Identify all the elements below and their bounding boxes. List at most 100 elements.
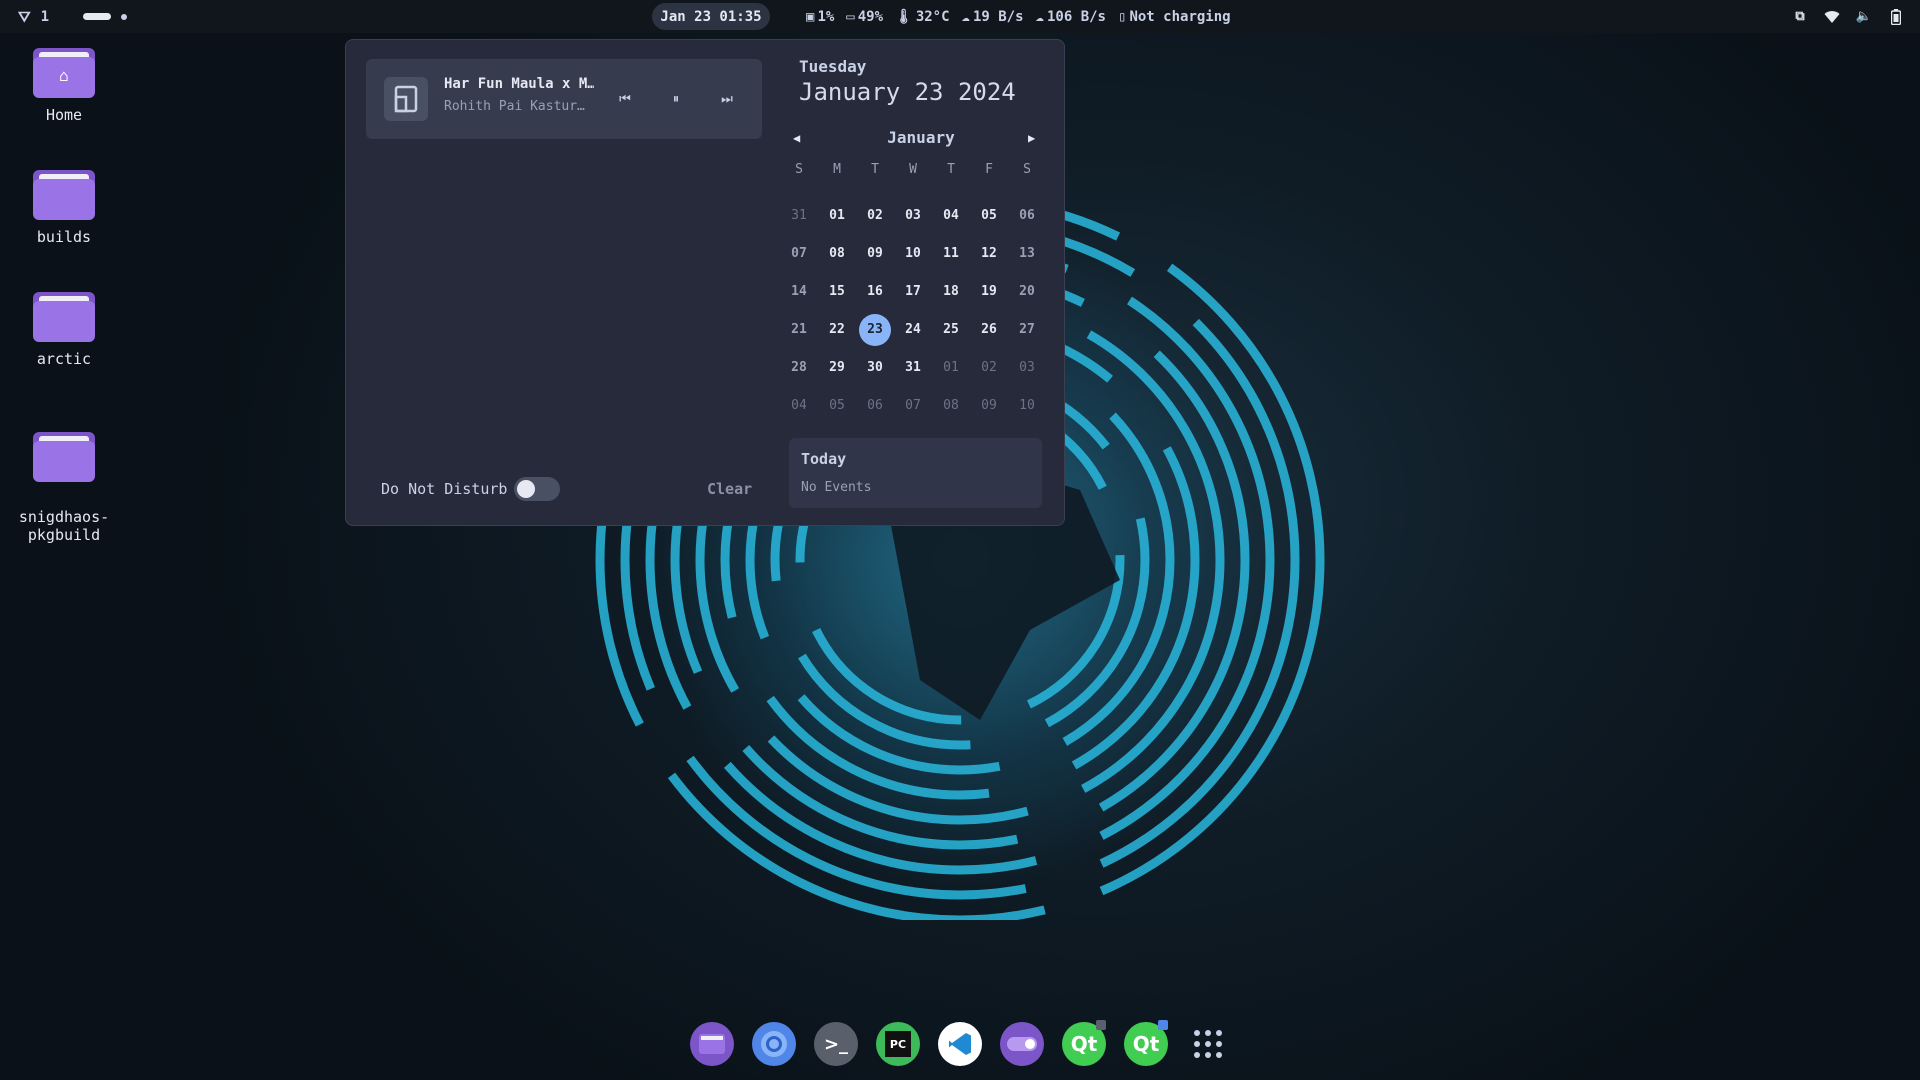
calendar-day[interactable]: 07 <box>783 238 815 270</box>
calendar-day[interactable]: 31 <box>783 200 815 232</box>
upload-stat: ☁ 106 B/s <box>1036 9 1106 25</box>
calendar-day[interactable]: 06 <box>1011 200 1043 232</box>
calendar-weekday-header: W <box>909 162 917 177</box>
calendar-day[interactable]: 14 <box>783 276 815 308</box>
battery-stat: ▯ Not charging <box>1118 9 1231 25</box>
calendar-day[interactable]: 13 <box>1011 238 1043 270</box>
calendar-day[interactable]: 10 <box>1011 390 1043 422</box>
calendar-day[interactable]: 06 <box>859 390 891 422</box>
files-icon[interactable] <box>690 1022 734 1066</box>
calendar-prev-month-icon[interactable]: ◀ <box>793 131 800 145</box>
volume-icon[interactable]: 🔈 <box>1856 9 1872 25</box>
calendar-weekday-header: S <box>1023 162 1031 177</box>
calendar-day[interactable]: 09 <box>859 238 891 270</box>
media-artist: Rohith Pai Kastur… <box>444 99 585 114</box>
desktop-icon-builds[interactable]: builds <box>9 170 119 246</box>
vscode-icon[interactable] <box>938 1022 982 1066</box>
wifi-icon[interactable] <box>1824 9 1840 25</box>
toggle-app-icon[interactable] <box>1000 1022 1044 1066</box>
calendar-day[interactable]: 02 <box>859 200 891 232</box>
calendar-next-month-icon[interactable]: ▶ <box>1028 131 1035 145</box>
temperature-value: 32°C <box>915 8 950 25</box>
upload-icon: ☁ <box>1035 8 1044 25</box>
calendar-day[interactable]: 16 <box>859 276 891 308</box>
calendar-day[interactable]: 20 <box>1011 276 1043 308</box>
dnd-toggle-knob <box>517 480 535 498</box>
arch-logo-icon[interactable]: ⛛ <box>18 8 31 26</box>
memory-stat: ▭ 49% <box>846 9 883 25</box>
calendar-full-date: January 23 2024 <box>799 78 1016 106</box>
download-icon: ☁ <box>961 8 970 25</box>
calendar-day[interactable]: 29 <box>821 352 853 384</box>
previous-icon[interactable]: ⏮ <box>613 87 637 111</box>
calendar-day[interactable]: 09 <box>973 390 1005 422</box>
desktop-icon-label: arctic <box>36 350 92 368</box>
events-empty: No Events <box>801 480 872 495</box>
calendar-day[interactable]: 22 <box>821 314 853 346</box>
media-player: Har Fun Maula x M… Rohith Pai Kastur… ⏮ … <box>366 59 762 139</box>
calendar-day[interactable]: 11 <box>935 238 967 270</box>
calendar-day[interactable]: 02 <box>973 352 1005 384</box>
calendar-day[interactable]: 30 <box>859 352 891 384</box>
download-value: 19 B/s <box>972 8 1024 25</box>
battery-tray-icon[interactable] <box>1888 8 1904 25</box>
calendar-day[interactable]: 10 <box>897 238 929 270</box>
desktop-icon-snigdhaos-pkgbuild[interactable]: snigdhaos- pkgbuild <box>9 414 119 562</box>
calendar-day[interactable]: 27 <box>1011 314 1043 346</box>
clock-button[interactable]: Jan 23 01:35 <box>652 3 770 30</box>
dnd-toggle[interactable] <box>514 477 560 501</box>
calendar-day[interactable]: 31 <box>897 352 929 384</box>
calendar-day[interactable]: 03 <box>897 200 929 232</box>
desktop-icon-label: Home <box>45 106 83 124</box>
calendar-day[interactable]: 01 <box>821 200 853 232</box>
calendar-day[interactable]: 07 <box>897 390 929 422</box>
desktop-icon-label: snigdhaos- pkgbuild <box>18 508 110 544</box>
calendar-day[interactable]: 01 <box>935 352 967 384</box>
calendar-day[interactable]: 25 <box>935 314 967 346</box>
desktop-icon-arctic[interactable]: arctic <box>9 292 119 368</box>
calendar-day[interactable]: 05 <box>821 390 853 422</box>
qt-icon[interactable]: Qt <box>1062 1020 1106 1066</box>
calendar-day[interactable]: 19 <box>973 276 1005 308</box>
calendar-day[interactable]: 04 <box>783 390 815 422</box>
workspace-active-pill[interactable] <box>83 13 112 20</box>
battery-value: Not charging <box>1129 8 1231 25</box>
calendar-weekday: Tuesday <box>799 57 867 76</box>
calendar-day[interactable]: 08 <box>935 390 967 422</box>
temperature-icon: 🌡 <box>895 8 913 25</box>
calendar-day[interactable]: 03 <box>1011 352 1043 384</box>
calendar-day[interactable]: 23 <box>859 314 891 346</box>
calendar-day[interactable]: 21 <box>783 314 815 346</box>
clear-notifications-button[interactable]: Clear <box>707 480 752 498</box>
workspace-indicator[interactable]: ⛛ 1 <box>18 0 128 33</box>
calendar-day[interactable]: 24 <box>897 314 929 346</box>
calendar-day[interactable]: 05 <box>973 200 1005 232</box>
home-folder-icon: ⌂ <box>33 48 95 98</box>
calendar-day[interactable]: 18 <box>935 276 967 308</box>
calendar-day[interactable]: 12 <box>973 238 1005 270</box>
notification-calendar-panel: Har Fun Maula x M… Rohith Pai Kastur… ⏮ … <box>345 39 1065 526</box>
app-grid-icon[interactable] <box>1186 1022 1230 1066</box>
qt-designer-badge-icon <box>1158 1020 1168 1030</box>
pycharm-icon[interactable]: PC <box>876 1022 920 1066</box>
calendar-day[interactable]: 17 <box>897 276 929 308</box>
pause-icon[interactable]: ⏸ <box>664 87 688 111</box>
memory-icon: ▭ <box>846 8 855 25</box>
media-tray-icon[interactable]: ⧉ <box>1792 9 1808 25</box>
chromium-icon[interactable] <box>752 1022 796 1066</box>
system-tray: ⧉ 🔈 <box>1792 0 1904 33</box>
workspace-dot[interactable] <box>121 13 128 20</box>
desktop-icon-home[interactable]: ⌂ Home <box>9 48 119 124</box>
calendar-day[interactable]: 08 <box>821 238 853 270</box>
calendar-day[interactable]: 15 <box>821 276 853 308</box>
calendar-day[interactable]: 26 <box>973 314 1005 346</box>
next-icon[interactable]: ⏭ <box>715 87 739 111</box>
dock: >_ PC Qt Qt <box>690 1020 1230 1066</box>
calendar-day[interactable]: 28 <box>783 352 815 384</box>
folder-icon <box>33 170 95 220</box>
folder-icon <box>33 292 95 342</box>
calendar-day[interactable]: 04 <box>935 200 967 232</box>
dnd-label: Do Not Disturb <box>381 480 508 498</box>
qt-designer-icon[interactable]: Qt <box>1124 1020 1168 1066</box>
terminal-icon[interactable]: >_ <box>814 1022 858 1066</box>
